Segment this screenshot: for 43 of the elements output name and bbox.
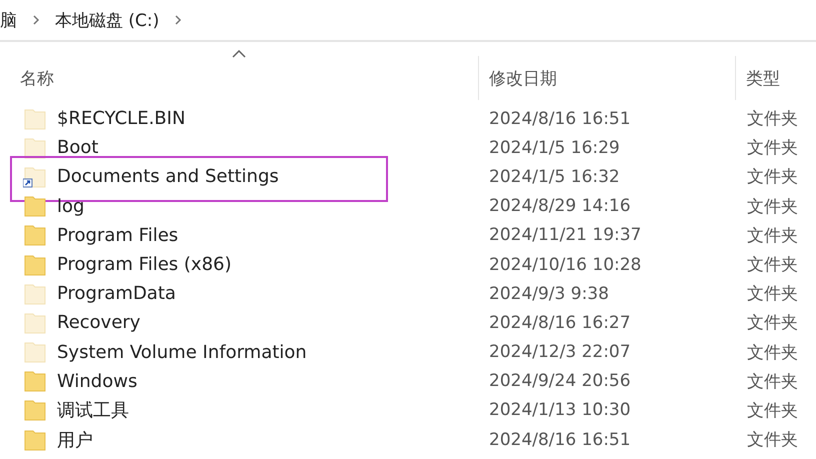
modified-date: 2024/11/21 19:37 [488, 225, 642, 246]
modified-date: 2024/8/16 16:27 [488, 312, 632, 333]
file-name[interactable]: log [57, 196, 84, 217]
file-type: 文件夹 [746, 400, 799, 422]
modified-date: 2024/1/5 16:29 [488, 138, 621, 158]
file-name[interactable]: Program Files (x86) [57, 254, 232, 276]
modified-date: 2024/1/13 10:30 [488, 400, 632, 420]
modified-date: 2024/8/29 14:16 [488, 196, 632, 216]
file-type: 文件夹 [746, 312, 799, 334]
modified-date: 2024/10/16 10:28 [488, 254, 642, 275]
modified-date: 2024/9/24 20:56 [488, 371, 632, 392]
chevron-icon[interactable] [31, 14, 41, 26]
file-type: 文件夹 [746, 137, 799, 160]
file-name[interactable]: 用户 [57, 428, 93, 452]
chevron-icon[interactable] [173, 14, 184, 26]
file-name[interactable]: Program Files [57, 224, 178, 246]
modified-date: 2024/8/16 16:51 [488, 108, 632, 129]
file-name[interactable]: System Volume Information [57, 342, 307, 363]
file-name[interactable]: 调试工具 [57, 398, 129, 422]
file-name[interactable]: Recovery [57, 312, 140, 334]
file-type: 文件夹 [746, 196, 799, 218]
file-type: 文件夹 [746, 224, 799, 247]
file-type: 文件夹 [746, 108, 799, 130]
column-header[interactable]: 修改日期 [489, 66, 557, 90]
file-type: 文件夹 [746, 254, 799, 276]
file-name[interactable]: ProgramData [57, 283, 176, 304]
file-type: 文件夹 [746, 370, 799, 393]
file-type: 文件夹 [746, 342, 799, 364]
file-name[interactable]: Documents and Settings [57, 166, 279, 188]
file-type: 文件夹 [746, 429, 799, 452]
column-header[interactable]: 类型 [746, 66, 780, 90]
breadcrumb-item[interactable]: 本地磁盘 (C:) [55, 8, 160, 32]
modified-date: 2024/1/5 16:32 [488, 166, 621, 187]
modified-date: 2024/9/3 9:38 [488, 284, 610, 304]
file-type: 文件夹 [746, 283, 799, 306]
modified-date: 2024/8/16 16:51 [488, 430, 632, 450]
file-type: 文件夹 [746, 166, 799, 188]
file-name[interactable]: Boot [57, 137, 98, 158]
modified-date: 2024/12/3 22:07 [488, 342, 632, 362]
file-name[interactable]: Windows [57, 370, 138, 392]
breadcrumb-item[interactable]: 脑 [0, 8, 17, 32]
column-header[interactable]: 名称 [20, 66, 54, 90]
file-name[interactable]: $RECYCLE.BIN [57, 108, 186, 130]
